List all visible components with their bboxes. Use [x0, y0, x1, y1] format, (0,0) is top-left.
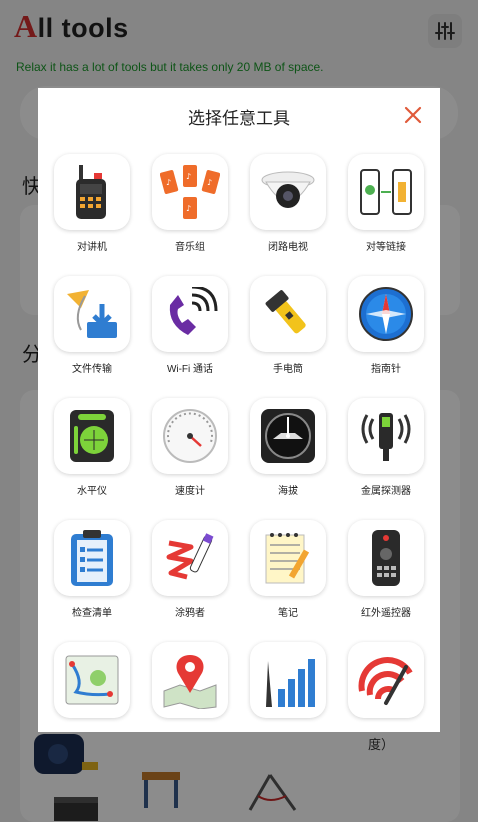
cctv-camera-icon — [261, 171, 315, 208]
wifi-call-icon — [169, 287, 218, 335]
signal-bars-icon — [266, 659, 315, 707]
altimeter-icon — [261, 409, 315, 463]
tool-tile-ir-remote[interactable]: 红外遥控器 — [344, 520, 428, 619]
tool-tile-peer-link[interactable]: 对等链接 — [344, 154, 428, 253]
compass-icon — [359, 287, 413, 341]
tool-label: 笔记 — [278, 608, 298, 619]
spirit-level-icon — [70, 410, 114, 462]
tool-label: 涂鸦者 — [175, 608, 205, 619]
tool-label: 对讲机 — [77, 242, 107, 253]
tool-tile-notes[interactable]: 笔记 — [246, 520, 330, 619]
peer-link-icon — [360, 169, 412, 215]
route-map-icon — [65, 655, 119, 705]
svg-text:♪: ♪ — [207, 178, 212, 187]
flashlight-icon — [265, 290, 306, 334]
tool-picker-dialog: 选择任意工具 对讲机 ♪ ♪ ♪ ♪ 音乐组 闭路电视 对等链接 文件传输 Wi… — [38, 88, 440, 732]
map-pin-icon — [163, 655, 217, 709]
tool-label: 红外遥控器 — [361, 608, 411, 619]
tool-tile-compass[interactable]: 指南针 — [344, 276, 428, 375]
tool-tile-map-pin[interactable] — [148, 642, 232, 726]
svg-text:♪: ♪ — [186, 204, 191, 213]
tool-tile-signal-bars[interactable] — [246, 642, 330, 726]
tool-label: 金属探测器 — [361, 486, 411, 497]
metal-detector-icon — [361, 413, 411, 461]
tool-tile-music-group[interactable]: ♪ ♪ ♪ ♪ 音乐组 — [148, 154, 232, 253]
doodle-icon — [166, 533, 214, 580]
wifi-speed-icon — [358, 657, 413, 705]
tool-label: 指南针 — [371, 364, 401, 375]
tool-tile-walkie-talkie[interactable]: 对讲机 — [50, 154, 134, 253]
close-icon — [404, 106, 422, 124]
dialog-title: 选择任意工具 — [188, 109, 290, 128]
tool-label: 速度计 — [175, 486, 205, 497]
tool-label: 文件传输 — [72, 364, 112, 375]
tool-tile-metal-detector[interactable]: 金属探测器 — [344, 398, 428, 497]
tool-tile-doodle[interactable]: 涂鸦者 — [148, 520, 232, 619]
svg-text:♪: ♪ — [166, 178, 171, 187]
tool-tile-altimeter[interactable]: 海拔 — [246, 398, 330, 497]
tool-label: 手电筒 — [273, 364, 303, 375]
music-group-icon: ♪ ♪ ♪ ♪ — [160, 165, 220, 219]
speedometer-icon — [163, 409, 217, 463]
tool-tile-spirit-level[interactable]: 水平仪 — [50, 398, 134, 497]
tool-label: 海拔 — [278, 486, 298, 497]
tool-label: 检查清单 — [72, 608, 112, 619]
tool-tile-flashlight[interactable]: 手电筒 — [246, 276, 330, 375]
tool-tile-route-map[interactable] — [50, 642, 134, 726]
tool-label: 对等链接 — [366, 242, 406, 253]
tool-label: 闭路电视 — [268, 242, 308, 253]
tool-label: 水平仪 — [77, 486, 107, 497]
notes-icon — [265, 533, 310, 584]
tool-tile-cctv[interactable]: 闭路电视 — [246, 154, 330, 253]
tool-tile-checklist[interactable]: 检查清单 — [50, 520, 134, 619]
tool-tile-file-transfer[interactable]: 文件传输 — [50, 276, 134, 375]
tool-label: Wi-Fi 通话 — [166, 364, 214, 375]
tool-tile-speedometer[interactable]: 速度计 — [148, 398, 232, 497]
ir-remote-icon — [372, 530, 400, 586]
tool-tile-wifi-call[interactable]: Wi-Fi 通话 — [148, 276, 232, 375]
svg-text:♪: ♪ — [186, 172, 191, 181]
walkie-talkie-icon — [76, 165, 106, 219]
file-transfer-icon — [67, 290, 117, 338]
close-button[interactable] — [403, 105, 423, 125]
tool-tile-wifi-speed[interactable] — [344, 642, 428, 726]
checklist-icon — [71, 530, 113, 586]
tool-label: 音乐组 — [175, 242, 205, 253]
